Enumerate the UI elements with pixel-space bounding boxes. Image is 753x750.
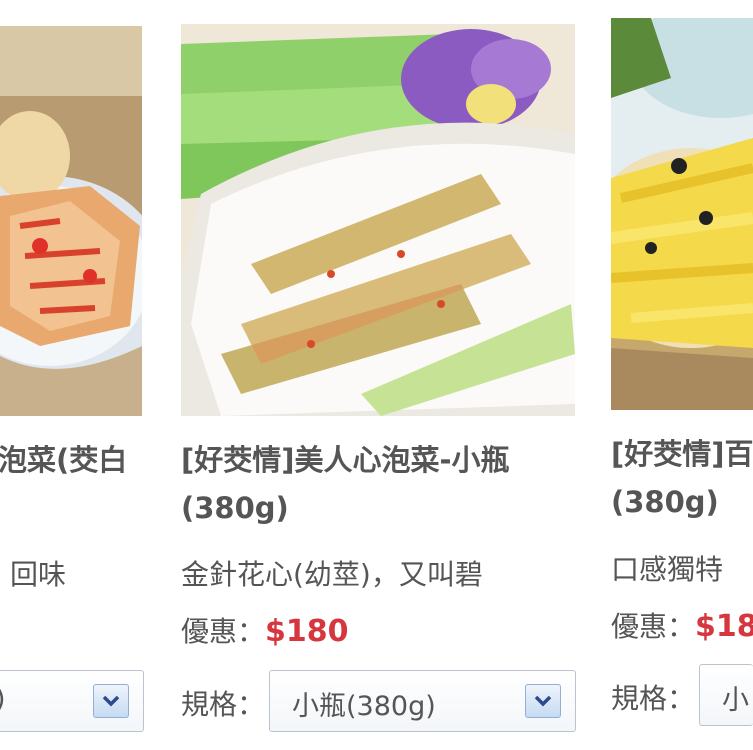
spec-select-value-3: 小 [722,685,749,716]
price-value-2: $180 [265,614,349,649]
pickled-bamboo-image [0,26,142,416]
price-row-3: 優惠：$18 [611,605,753,645]
spec-select-value-1: ) [0,684,6,715]
chevron-down-icon[interactable] [525,684,561,718]
price-label-2: 優惠： [181,615,266,648]
product-title-3-line1[interactable]: [好茭情]百 [611,430,753,478]
product-desc-2: 金針花心(幼莖)，又叫碧 [181,558,483,591]
spec-select-3[interactable]: 小 [699,664,753,726]
product-title-2-line2[interactable]: (380g) [181,484,289,532]
pickled-daylily-image [181,24,575,416]
product-title-2-line1[interactable]: [好茭情]美人心泡菜-小瓶 [181,436,510,484]
price-value-3: $18 [695,609,753,644]
spec-select-2[interactable]: 小瓶(380g) [269,670,576,732]
product-title-3-line2[interactable]: (380g) [611,478,719,526]
spec-label-2: 規格： [181,688,266,721]
spec-select-value-2: 小瓶(380g) [292,691,436,722]
spec-label-3: 規格： [611,682,696,715]
price-label-3: 優惠： [611,610,696,643]
product-photo-2[interactable] [181,24,575,416]
product-photo-1[interactable] [0,26,142,416]
product-photo-3[interactable] [611,18,753,410]
pickled-radish-image [611,18,753,410]
price-row-2: 優惠：$180 [181,610,349,650]
chevron-down-icon[interactable] [93,684,129,718]
product-desc-1: 回味 [10,558,67,591]
product-title-1[interactable]: 泡菜(茭白 [0,436,127,484]
product-desc-3: 口感獨特 [611,553,724,586]
spec-select-1[interactable]: ) [0,670,144,732]
